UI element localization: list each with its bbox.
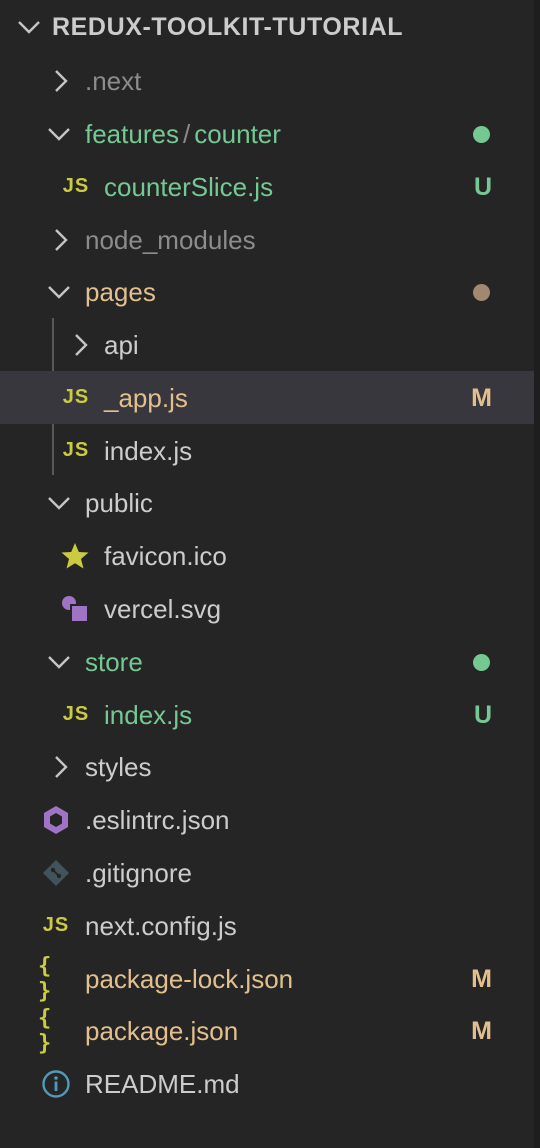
chevron-right-icon [46, 213, 74, 266]
tree-item-label: .gitignore [85, 858, 192, 888]
tree-item-label: package.json [85, 1016, 239, 1046]
svg-shapes-icon [59, 582, 91, 635]
folder-segment-features[interactable]: features [85, 119, 179, 149]
tree-item-label: README.md [85, 1069, 240, 1099]
js-file-icon: JS [62, 703, 90, 725]
chevron-down-icon [44, 107, 74, 160]
info-circle-icon [39, 1057, 73, 1110]
tree-folder-styles[interactable]: styles [0, 740, 534, 793]
tree-file-vercel-svg[interactable]: vercel.svg [0, 582, 534, 635]
tree-item-label: index.js [104, 436, 193, 466]
js-file-icon: JS [62, 386, 90, 408]
git-status-badge: U [473, 173, 492, 201]
untracked-status-dot [473, 654, 490, 671]
tree-item-label: pages [85, 277, 156, 307]
tree-item-label: .eslintrc.json [85, 805, 230, 835]
root-folder-title: REDUX-TOOLKIT-TUTORIAL [52, 13, 404, 41]
git-status-badge: M [471, 384, 492, 412]
tree-item-label: favicon.ico [104, 541, 227, 571]
path-separator: / [182, 119, 191, 149]
tree-folder-api[interactable]: api [0, 318, 534, 371]
git-diamond-icon [39, 846, 73, 899]
tree-folder-next[interactable]: .next [0, 54, 534, 107]
tree-item-label: public [85, 488, 153, 518]
tree-item-label: api [104, 330, 139, 360]
tree-folder-features-counter[interactable]: features / counter [0, 107, 534, 160]
tree-item-label: _app.js [104, 383, 188, 413]
root-folder-header[interactable]: REDUX-TOOLKIT-TUTORIAL [0, 0, 534, 54]
tree-item-label: features / counter [85, 119, 281, 149]
tree-file-eslintrc-json[interactable]: .eslintrc.json [0, 793, 534, 846]
tree-item-label: index.js [104, 700, 193, 730]
git-status-badge: M [471, 1017, 492, 1045]
chevron-down-icon [44, 476, 74, 529]
js-file-icon: JS [62, 175, 90, 197]
tree-file-counterslice-js[interactable]: JS counterSlice.js U [0, 160, 534, 213]
tree-folder-node-modules[interactable]: node_modules [0, 213, 534, 266]
chevron-right-icon [46, 54, 74, 107]
tree-item-label: vercel.svg [104, 594, 222, 624]
tree-item-label: counterSlice.js [104, 172, 274, 202]
chevron-right-icon [66, 318, 94, 371]
file-explorer: REDUX-TOOLKIT-TUTORIAL .next features / co… [0, 0, 540, 1148]
eslint-hexagon-icon [39, 793, 73, 846]
chevron-down-icon [44, 635, 74, 688]
tree-file-next-config-js[interactable]: JS next.config.js [0, 899, 534, 952]
tree-item-label: styles [85, 752, 152, 782]
tree-file-app-js[interactable]: JS _app.js M [0, 371, 534, 424]
tree-file-package-json[interactable]: { } package.json M [0, 1004, 534, 1057]
tree-item-label: store [85, 647, 143, 677]
tree-file-package-lock-json[interactable]: { } package-lock.json M [0, 952, 534, 1005]
star-icon [59, 529, 91, 582]
chevron-down-icon [44, 265, 74, 318]
chevron-down-icon [16, 14, 42, 45]
untracked-status-dot [473, 126, 490, 143]
tree-folder-public[interactable]: public [0, 476, 534, 529]
modified-status-dot [473, 284, 490, 301]
panel-edge [534, 0, 540, 1148]
git-status-badge: U [473, 701, 492, 729]
tree-folder-store[interactable]: store [0, 635, 534, 688]
tree-item-label: node_modules [85, 225, 256, 255]
tree-file-favicon-ico[interactable]: favicon.ico [0, 529, 534, 582]
tree-folder-pages[interactable]: pages [0, 265, 534, 318]
tree-file-gitignore[interactable]: .gitignore [0, 846, 534, 899]
json-braces-icon: { } [38, 953, 52, 1004]
tree-item-label: .next [85, 66, 142, 96]
tree-item-label: next.config.js [85, 911, 237, 941]
git-status-badge: M [471, 965, 492, 993]
json-braces-icon: { } [38, 1005, 52, 1056]
tree-file-readme-md[interactable]: README.md [0, 1057, 534, 1110]
tree-item-label: package-lock.json [85, 964, 294, 994]
chevron-right-icon [46, 740, 74, 793]
js-file-icon: JS [62, 439, 90, 461]
tree-file-store-index-js[interactable]: JS index.js U [0, 688, 534, 741]
folder-segment-counter[interactable]: counter [194, 119, 281, 149]
js-file-icon: JS [42, 914, 70, 936]
tree-file-pages-index-js[interactable]: JS index.js [0, 424, 534, 477]
